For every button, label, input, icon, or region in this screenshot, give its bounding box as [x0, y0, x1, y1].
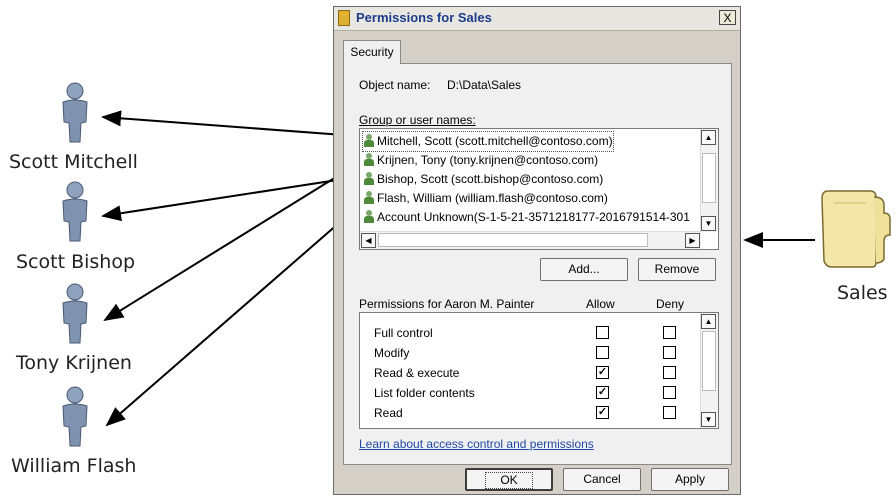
unknown-user-icon	[363, 210, 374, 223]
permission-name: Read	[374, 406, 403, 420]
deny-checkbox[interactable]	[663, 346, 676, 359]
ok-button-label: OK	[485, 472, 533, 489]
person-label: Tony Krijnen	[16, 352, 132, 374]
title-bar[interactable]: Permissions for Sales X	[334, 7, 740, 31]
deny-checkbox[interactable]	[663, 386, 676, 399]
scroll-thumb[interactable]	[378, 233, 648, 247]
vertical-scrollbar[interactable]: ▲ ▼	[700, 313, 718, 428]
list-item[interactable]: Krijnen, Tony (tony.krijnen@contoso.com)	[363, 151, 598, 170]
person-icon	[62, 283, 88, 344]
person-label: Scott Mitchell	[9, 151, 138, 173]
scroll-up-arrow-icon[interactable]: ▲	[701, 314, 716, 329]
allow-checkbox[interactable]: ✓	[596, 386, 609, 399]
scroll-down-arrow-icon[interactable]: ▼	[701, 216, 716, 231]
list-item[interactable]: Mitchell, Scott (scott.mitchell@contoso.…	[362, 131, 614, 152]
scroll-up-arrow-icon[interactable]: ▲	[701, 130, 716, 145]
arrow-mitchell	[101, 110, 371, 138]
scroll-thumb[interactable]	[702, 153, 716, 203]
permission-name: Read & execute	[374, 366, 460, 380]
list-item[interactable]: Flash, William (william.flash@contoso.co…	[363, 189, 608, 208]
list-item[interactable]: Bishop, Scott (scott.bishop@contoso.com)	[363, 170, 603, 189]
dialog-title: Permissions for Sales	[356, 10, 492, 25]
scroll-left-arrow-icon[interactable]: ◀	[361, 233, 376, 248]
add-button[interactable]: Add...	[540, 258, 628, 281]
close-button[interactable]: X	[719, 10, 736, 25]
list-item[interactable]: Account Unknown(S-1-5-21-3571218177-2016…	[363, 208, 690, 227]
person-icon	[62, 82, 88, 143]
allow-header: Allow	[586, 297, 615, 311]
folder-icon	[821, 190, 891, 268]
scroll-down-arrow-icon[interactable]: ▼	[701, 412, 716, 427]
permission-name: Full control	[374, 326, 433, 340]
remove-button[interactable]: Remove	[638, 258, 716, 281]
permission-name: List folder contents	[374, 386, 475, 400]
permissions-dialog: Permissions for Sales X Security Object …	[333, 6, 741, 495]
user-icon	[363, 172, 374, 185]
arrow-bishop	[101, 174, 371, 222]
user-list[interactable]: Mitchell, Scott (scott.mitchell@contoso.…	[359, 128, 719, 250]
permissions-label: Permissions for Aaron M. Painter	[359, 297, 535, 311]
permissions-list[interactable]: Full control Modify Read & execute ✓ Lis…	[359, 312, 719, 429]
deny-header: Deny	[656, 297, 685, 311]
allow-checkbox[interactable]	[596, 346, 609, 359]
folder-lock-icon	[338, 10, 350, 26]
deny-checkbox[interactable]	[663, 406, 676, 419]
vertical-scrollbar[interactable]: ▲ ▼	[700, 129, 718, 232]
object-name-value: D:\Data\Sales	[447, 78, 522, 92]
folder-label: Sales	[837, 282, 888, 304]
person-label: Scott Bishop	[16, 251, 136, 273]
group-label: Group or user names:	[359, 113, 476, 127]
scroll-thumb[interactable]	[702, 331, 716, 391]
ok-button[interactable]: OK	[465, 468, 553, 491]
person-icon	[62, 181, 88, 242]
user-icon	[363, 153, 374, 166]
person-icon	[62, 386, 88, 447]
learn-link[interactable]: Learn about access control and permissio…	[359, 437, 594, 451]
allow-checkbox[interactable]: ✓	[596, 366, 609, 379]
arrow-flash	[105, 195, 371, 427]
cancel-button[interactable]: Cancel	[563, 468, 641, 491]
permission-name: Modify	[374, 346, 410, 360]
person-label: William Flash	[11, 455, 137, 477]
horizontal-scrollbar[interactable]: ◀ ▶	[360, 231, 701, 249]
allow-checkbox[interactable]: ✓	[596, 406, 609, 419]
deny-checkbox[interactable]	[663, 326, 676, 339]
scroll-right-arrow-icon[interactable]: ▶	[685, 233, 700, 248]
user-icon	[363, 191, 374, 204]
arrow-krijnen	[103, 155, 371, 322]
object-name-label: Object name:	[359, 78, 431, 92]
user-icon	[363, 134, 374, 147]
tab-security[interactable]: Security	[343, 40, 401, 64]
allow-checkbox[interactable]	[596, 326, 609, 339]
deny-checkbox[interactable]	[663, 366, 676, 379]
apply-button[interactable]: Apply	[651, 468, 729, 491]
